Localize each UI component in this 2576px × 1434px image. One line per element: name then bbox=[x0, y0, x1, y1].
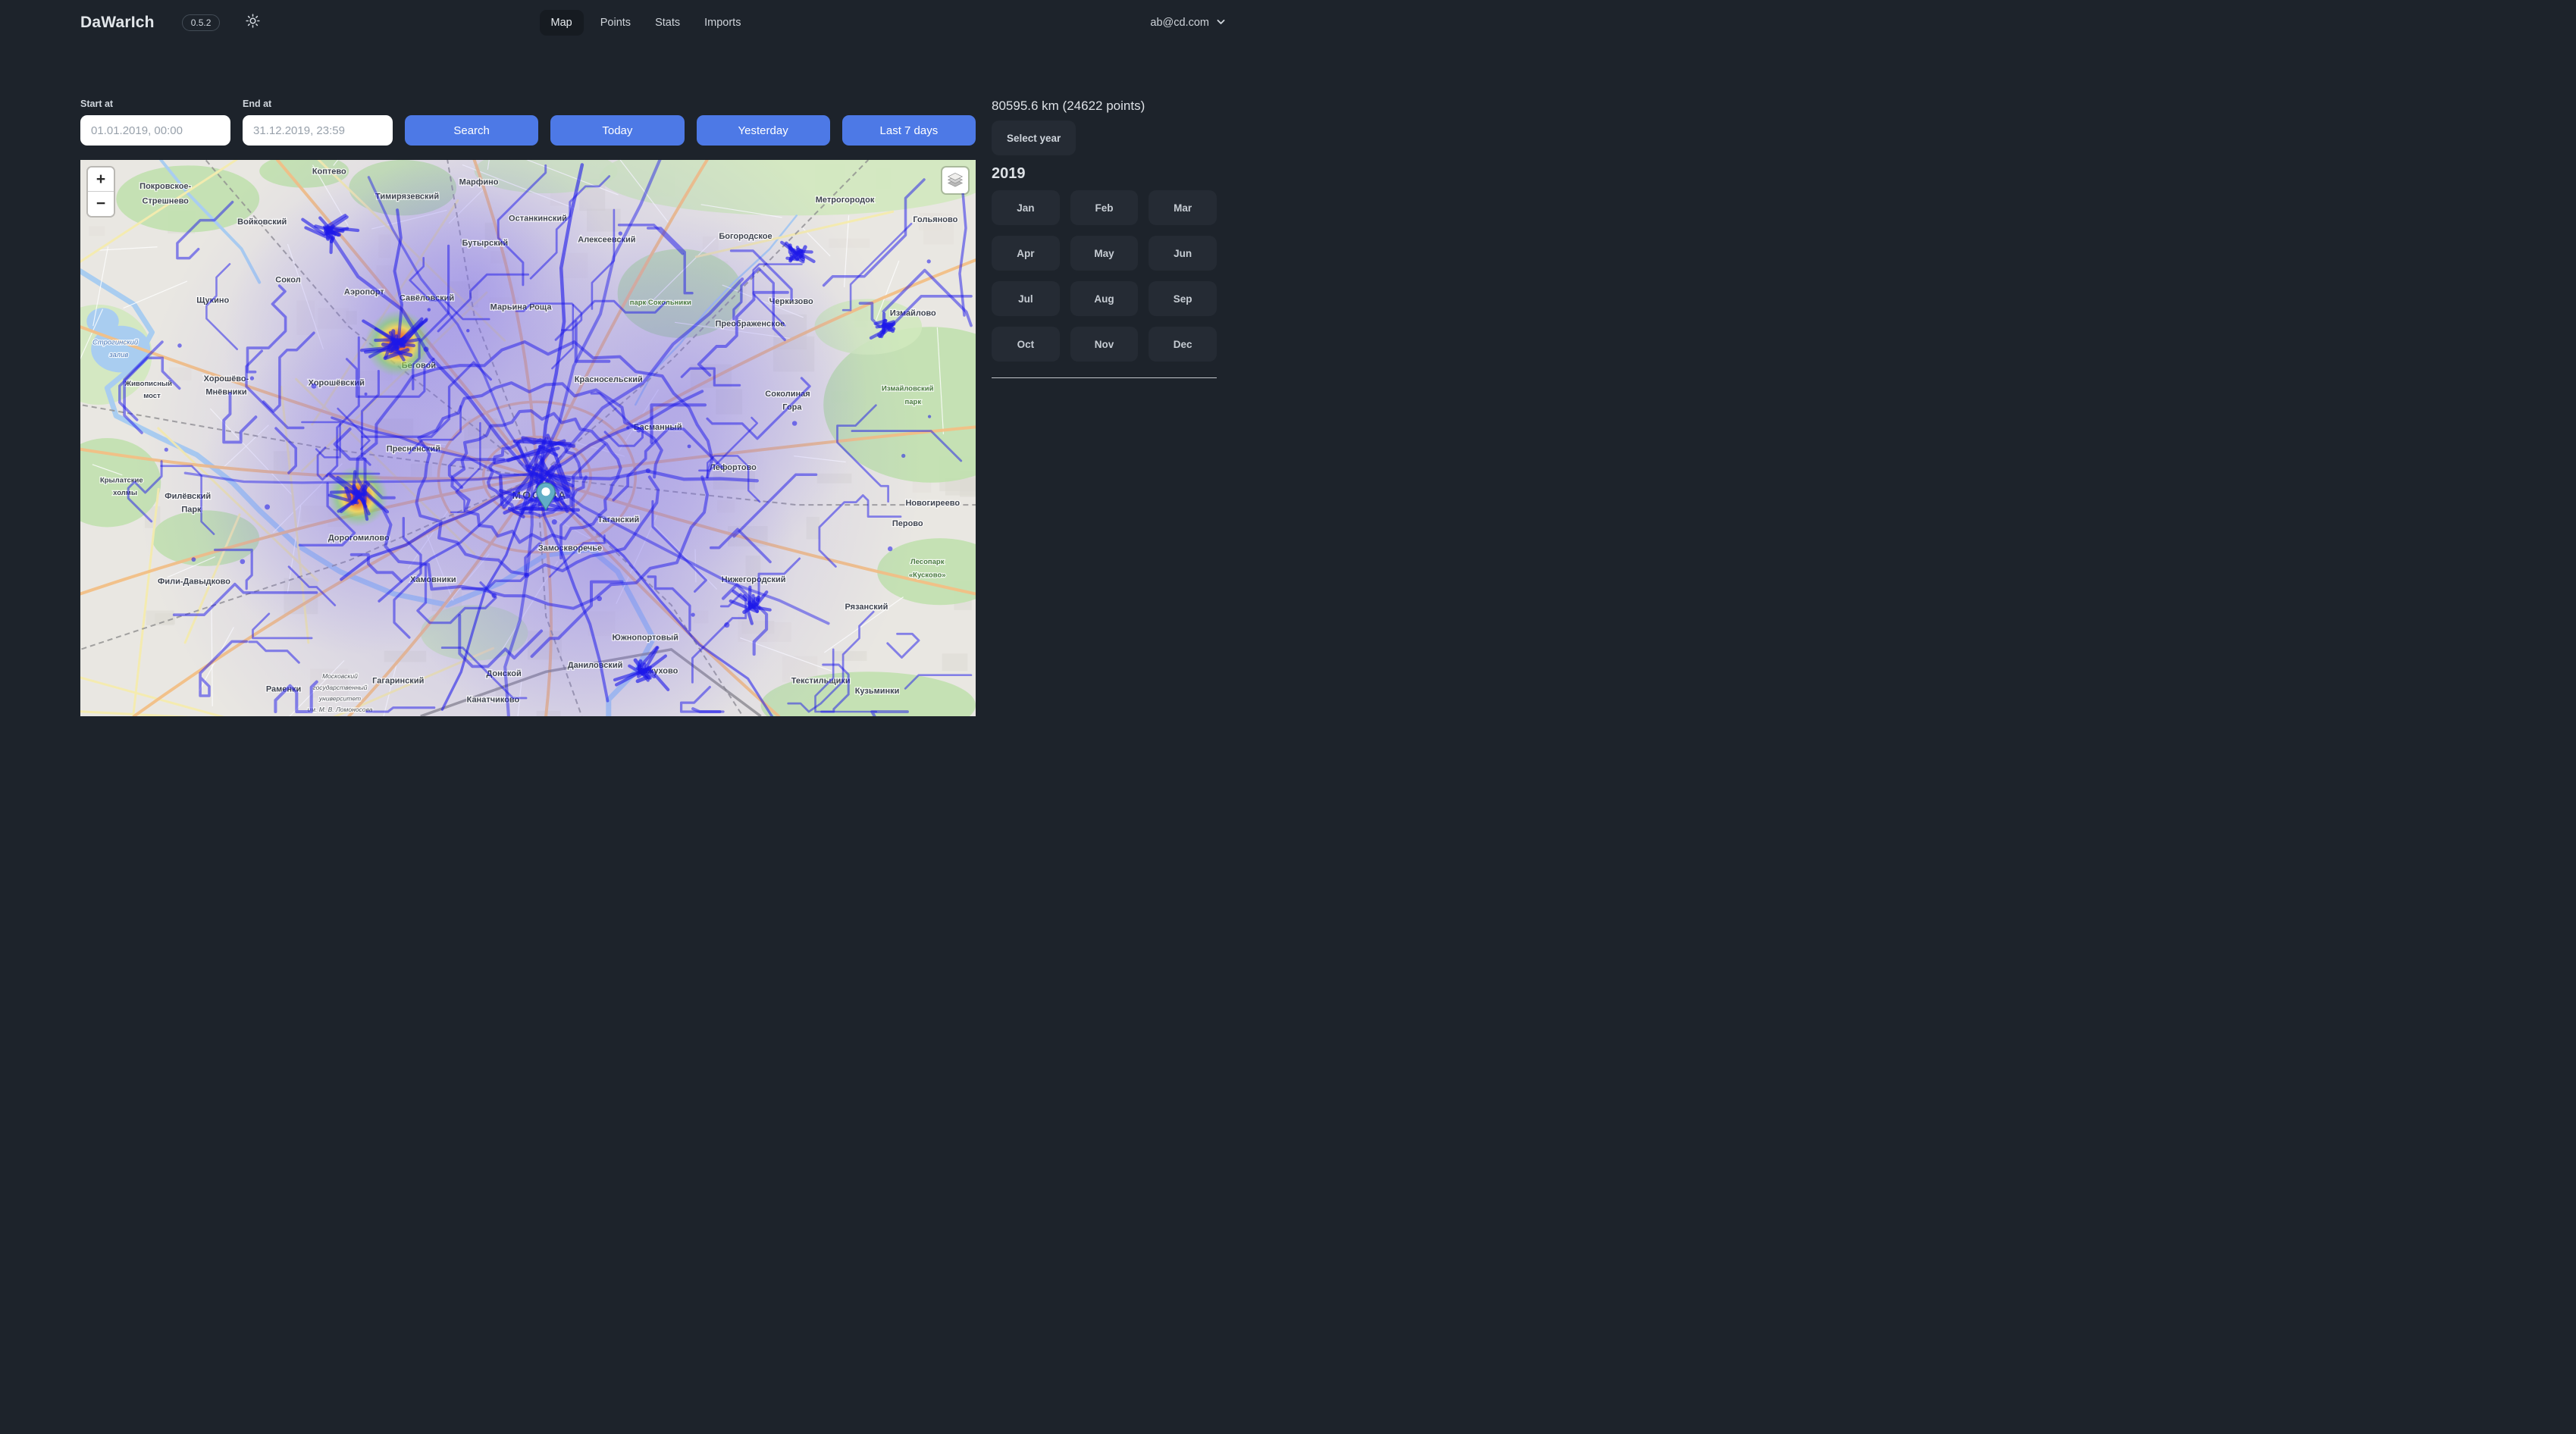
month-button-aug[interactable]: Aug bbox=[1070, 281, 1139, 316]
sun-icon bbox=[246, 14, 260, 32]
start-at-input[interactable] bbox=[80, 115, 230, 146]
svg-text:университет: университет bbox=[318, 694, 361, 702]
svg-text:Живописный: Живописный bbox=[124, 380, 173, 388]
svg-text:Красносельский: Красносельский bbox=[575, 375, 643, 384]
month-button-jun[interactable]: Jun bbox=[1149, 236, 1217, 271]
theme-toggle[interactable] bbox=[246, 14, 260, 32]
svg-text:Хорошёво-: Хорошёво- bbox=[204, 374, 249, 384]
svg-text:Даниловский: Даниловский bbox=[568, 661, 623, 670]
sidebar: 80595.6 km (24622 points) Select year 20… bbox=[992, 99, 1217, 716]
app-logo[interactable]: DaWarIch bbox=[80, 14, 155, 32]
month-button-apr[interactable]: Apr bbox=[992, 236, 1060, 271]
month-button-jul[interactable]: Jul bbox=[992, 281, 1060, 316]
map[interactable]: Коптево Покровское- Стрешнево Тимирязевский… bbox=[80, 160, 976, 716]
distance-points-stat: 80595.6 km (24622 points) bbox=[992, 99, 1217, 114]
svg-text:Коптево: Коптево bbox=[312, 167, 346, 176]
today-button[interactable]: Today bbox=[550, 115, 684, 146]
svg-text:Мнёвники: Мнёвники bbox=[205, 388, 246, 397]
svg-text:Московский: Московский bbox=[322, 672, 358, 680]
end-at-input[interactable] bbox=[243, 115, 393, 146]
svg-text:Метрогородок: Метрогородок bbox=[816, 196, 875, 205]
svg-text:Парк: Парк bbox=[181, 506, 202, 515]
zoom-in-button[interactable]: + bbox=[88, 168, 114, 192]
user-menu[interactable]: ab@cd.com bbox=[1150, 17, 1226, 30]
svg-text:Марфино: Марфино bbox=[459, 177, 499, 186]
navbar: DaWarIch 0.5.2 Map Points Stats Imports … bbox=[0, 0, 1288, 45]
svg-text:Измайлово: Измайлово bbox=[890, 309, 936, 318]
svg-text:Сокол: Сокол bbox=[275, 275, 300, 284]
svg-text:Останкинский: Останкинский bbox=[509, 214, 567, 224]
svg-text:Строгинский: Строгинский bbox=[92, 339, 139, 347]
svg-text:Гагаринский: Гагаринский bbox=[372, 677, 424, 686]
svg-text:государственный: государственный bbox=[312, 684, 367, 691]
svg-text:Гольяново: Гольяново bbox=[913, 215, 957, 224]
svg-text:Новогиреево: Новогиреево bbox=[905, 499, 960, 508]
end-at-label: End at bbox=[243, 99, 393, 109]
month-button-nov[interactable]: Nov bbox=[1070, 327, 1139, 362]
svg-text:мост: мост bbox=[143, 392, 161, 400]
svg-text:Стрешнево: Стрешнево bbox=[142, 196, 189, 205]
sidebar-divider bbox=[992, 377, 1217, 378]
zoom-out-button[interactable]: − bbox=[88, 192, 114, 216]
map-canvas: Коптево Покровское- Стрешнево Тимирязевский… bbox=[80, 160, 976, 716]
svg-text:Филёвский: Филёвский bbox=[165, 492, 211, 501]
layers-icon bbox=[947, 171, 964, 191]
svg-text:Кузьминки: Кузьминки bbox=[855, 687, 900, 696]
map-zoom-control: + − bbox=[88, 168, 114, 216]
svg-text:Измайловский: Измайловский bbox=[882, 385, 934, 393]
month-button-feb[interactable]: Feb bbox=[1070, 190, 1139, 225]
svg-text:Фили-Давыдково: Фили-Давыдково bbox=[158, 577, 230, 586]
tab-map[interactable]: Map bbox=[540, 10, 584, 36]
svg-text:Южнопортовый: Южнопортовый bbox=[612, 633, 678, 642]
svg-text:Перово: Перово bbox=[892, 519, 923, 528]
svg-text:«Кусково»: «Кусково» bbox=[909, 571, 946, 580]
tab-imports[interactable]: Imports bbox=[697, 11, 748, 35]
svg-text:Лесопарк: Лесопарк bbox=[910, 558, 945, 566]
month-button-sep[interactable]: Sep bbox=[1149, 281, 1217, 316]
start-at-label: Start at bbox=[80, 99, 230, 109]
content: Start at End at Search Today Yesterday L… bbox=[0, 99, 1288, 716]
svg-text:Богородское: Богородское bbox=[719, 232, 772, 241]
svg-text:холмы: холмы bbox=[113, 489, 137, 497]
svg-text:Рязанский: Рязанский bbox=[845, 603, 888, 612]
tab-points[interactable]: Points bbox=[593, 11, 638, 35]
filters-bar: Start at End at Search Today Yesterday L… bbox=[80, 99, 976, 146]
search-button[interactable]: Search bbox=[405, 115, 538, 146]
svg-text:Замоскворечье: Замоскворечье bbox=[538, 543, 602, 553]
svg-text:им. М. В. Ломоносова: им. М. В. Ломоносова bbox=[308, 706, 373, 713]
map-column: Start at End at Search Today Yesterday L… bbox=[80, 99, 976, 716]
last-7-days-button[interactable]: Last 7 days bbox=[842, 115, 976, 146]
svg-text:Тимирязевский: Тимирязевский bbox=[375, 192, 439, 201]
layers-control-button[interactable] bbox=[942, 168, 968, 193]
tab-stats[interactable]: Stats bbox=[647, 11, 688, 35]
svg-text:Дорогомилово: Дорогомилово bbox=[328, 534, 390, 543]
month-button-jan[interactable]: Jan bbox=[992, 190, 1060, 225]
svg-text:парк: парк bbox=[905, 398, 922, 406]
svg-text:залив: залив bbox=[108, 351, 128, 359]
months-grid: Jan Feb Mar Apr May Jun Jul Aug Sep Oct … bbox=[992, 190, 1217, 362]
chevron-down-icon bbox=[1216, 17, 1226, 30]
month-button-may[interactable]: May bbox=[1070, 236, 1139, 271]
month-button-mar[interactable]: Mar bbox=[1149, 190, 1217, 225]
month-button-oct[interactable]: Oct bbox=[992, 327, 1060, 362]
svg-text:Алексеевский: Алексеевский bbox=[578, 236, 635, 245]
select-year-button[interactable]: Select year bbox=[992, 121, 1076, 155]
map-pin-marker[interactable] bbox=[536, 482, 556, 515]
yesterday-button[interactable]: Yesterday bbox=[697, 115, 830, 146]
month-button-dec[interactable]: Dec bbox=[1149, 327, 1217, 362]
year-heading: 2019 bbox=[992, 165, 1217, 183]
version-badge: 0.5.2 bbox=[182, 14, 221, 31]
main-tabs: Map Points Stats Imports bbox=[540, 10, 749, 36]
svg-text:Войковский: Войковский bbox=[237, 218, 287, 227]
svg-text:Текстильщики: Текстильщики bbox=[791, 677, 851, 686]
user-email: ab@cd.com bbox=[1150, 17, 1209, 29]
svg-text:Покровское-: Покровское- bbox=[139, 182, 191, 191]
